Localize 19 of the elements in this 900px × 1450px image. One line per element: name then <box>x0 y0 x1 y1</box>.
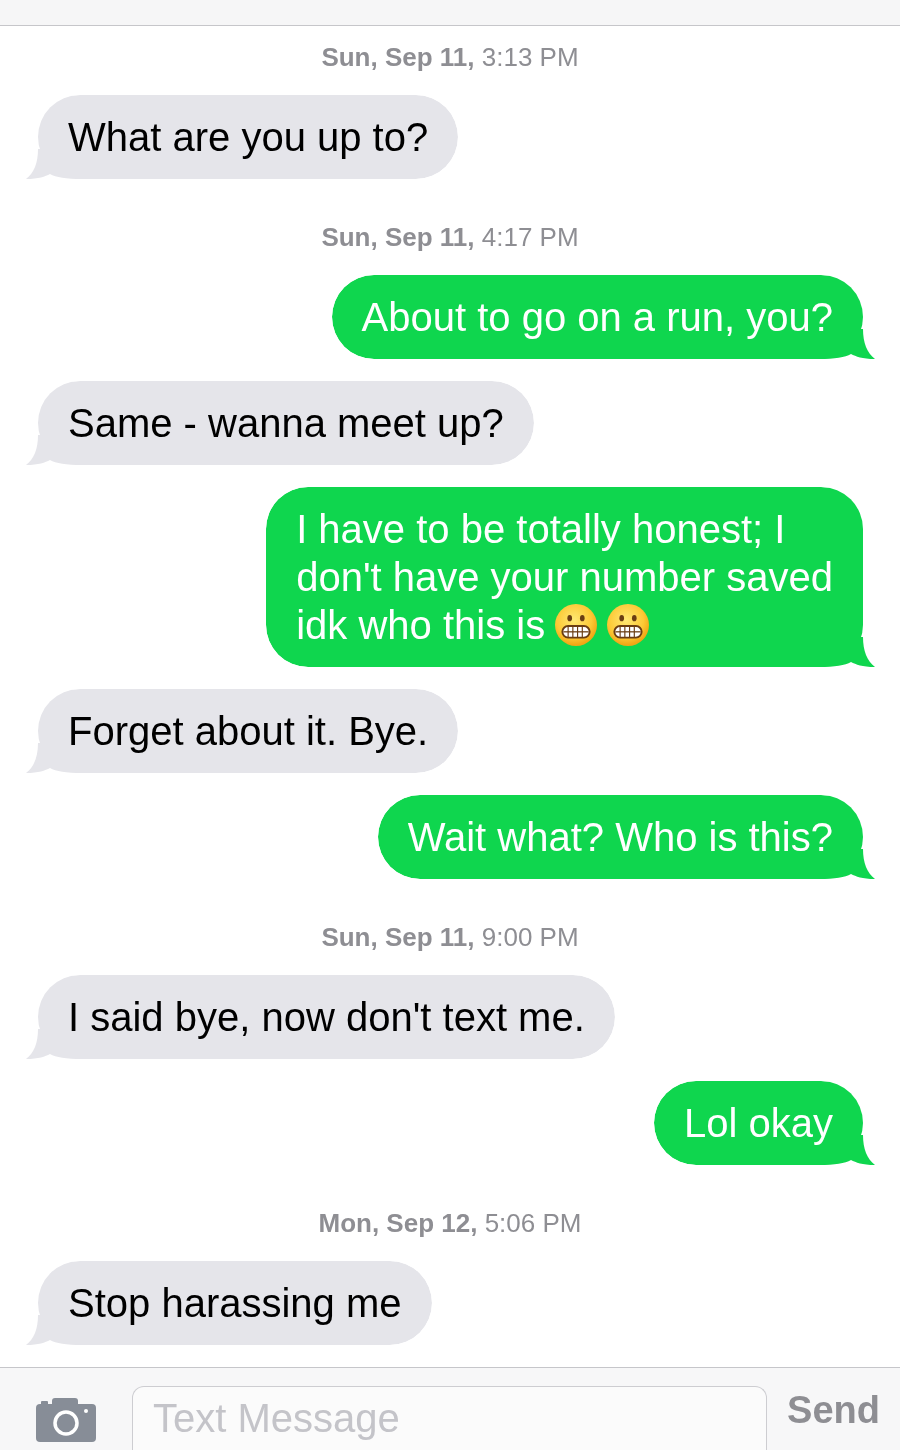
message-text: Stop harassing me <box>68 1280 402 1327</box>
message-text: idk who this is <box>296 602 546 649</box>
message-text: Same - wanna meet up? <box>68 400 504 447</box>
message-text: I have to be totally honest; I <box>296 506 786 553</box>
message-text: Lol okay <box>684 1100 833 1147</box>
timestamp: Sun, Sep 11, 9:00 PM <box>321 923 579 951</box>
grimacing-face-icon <box>607 604 650 646</box>
timestamp: Sun, Sep 11, 4:17 PM <box>321 223 579 251</box>
message-text: Forget about it. Bye. <box>68 708 429 755</box>
message-text: About to go on a run, you? <box>361 294 833 341</box>
timestamp: Mon, Sep 12, 5:06 PM <box>318 1209 582 1237</box>
camera-icon[interactable] <box>36 1398 96 1442</box>
grimacing-face-icon <box>555 604 598 646</box>
message-text: I said bye, now don't text me. <box>68 994 585 1041</box>
message-text: Wait what? Who is this? <box>407 814 833 861</box>
message-text: don't have your number saved <box>296 554 833 601</box>
send-button[interactable]: Send <box>787 1387 880 1433</box>
timestamp: Sun, Sep 11, 3:13 PM <box>321 43 579 71</box>
message-text: What are you up to? <box>68 114 429 161</box>
